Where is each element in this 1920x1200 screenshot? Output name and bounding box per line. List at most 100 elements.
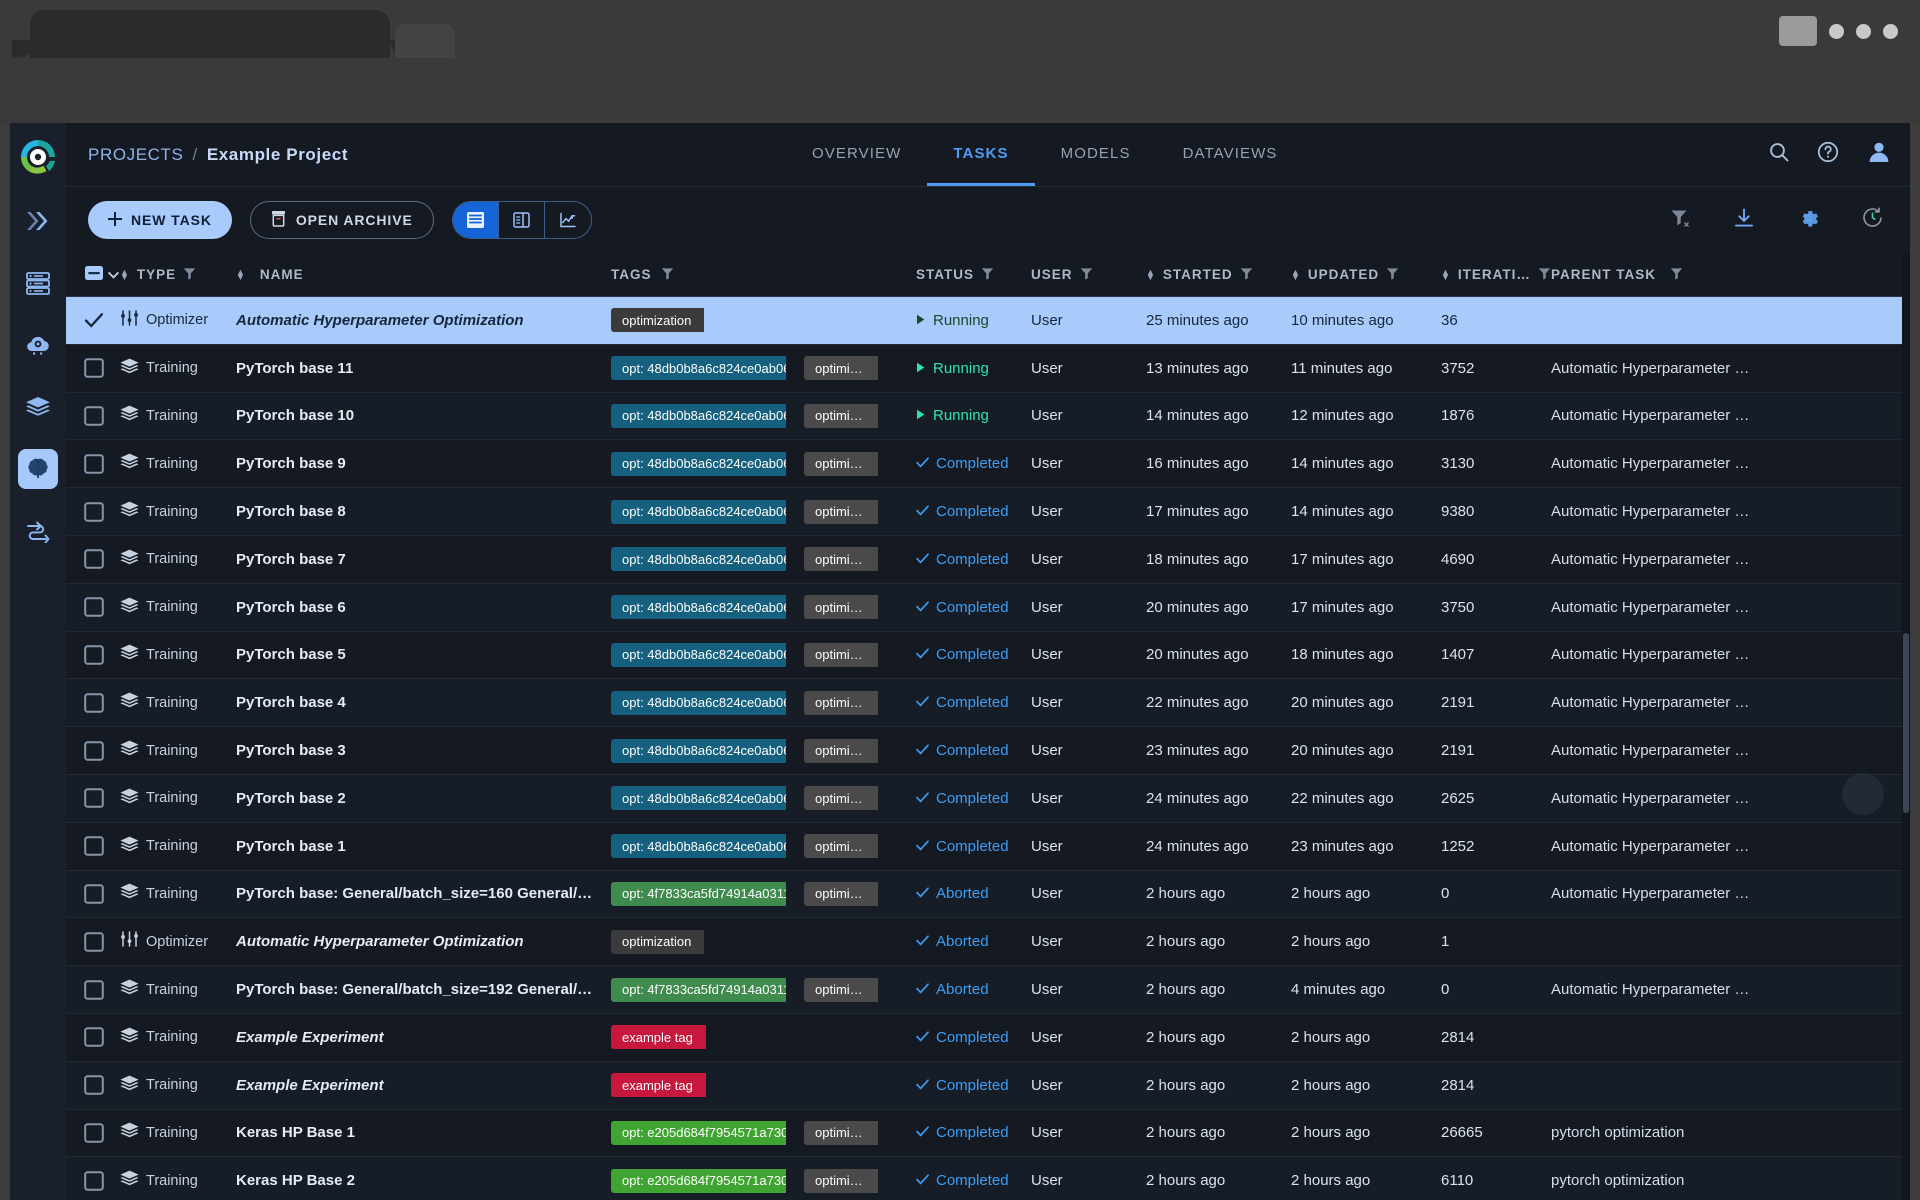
search-icon[interactable] (1768, 141, 1790, 168)
compare-chart-view-icon[interactable] (545, 202, 591, 238)
sidebar-item-cloud-autoscaler[interactable] (18, 325, 58, 365)
cell-name[interactable]: PyTorch base 10 (236, 407, 611, 424)
task-tag[interactable]: optimi… (804, 452, 878, 476)
header-tags[interactable]: TAGS (611, 267, 916, 283)
table-scrollbar[interactable] (1902, 253, 1910, 1200)
task-tag[interactable]: optimi… (804, 595, 878, 619)
table-row[interactable]: TrainingExample Experimentexample tagCom… (66, 1062, 1910, 1110)
open-archive-button[interactable]: OPEN ARCHIVE (250, 201, 434, 239)
cell-name[interactable]: PyTorch base 11 (236, 360, 611, 377)
task-tag[interactable]: opt: 4f7833ca5fd74914a0311… (611, 978, 786, 1002)
sidebar-item-datasets[interactable] (18, 387, 58, 427)
task-tag[interactable]: optimi… (804, 978, 878, 1002)
row-select-checkbox[interactable] (66, 454, 120, 474)
task-tag[interactable]: optimi… (804, 356, 878, 380)
cell-name[interactable]: Keras HP Base 2 (236, 1172, 611, 1189)
cell-name[interactable]: Example Experiment (236, 1029, 611, 1046)
row-select-checkbox[interactable] (66, 1123, 120, 1143)
task-tag[interactable]: optimi… (804, 1121, 878, 1145)
task-tag[interactable]: opt: 48db0b8a6c824ce0ab06… (611, 356, 786, 380)
table-row[interactable]: TrainingPyTorch base 5opt: 48db0b8a6c824… (66, 632, 1910, 680)
row-select-checkbox[interactable] (66, 788, 120, 808)
task-tag[interactable]: opt: 48db0b8a6c824ce0ab06… (611, 834, 786, 858)
window-control-dot-1[interactable] (1829, 24, 1844, 39)
task-tag[interactable]: opt: 48db0b8a6c824ce0ab06… (611, 452, 786, 476)
table-view-icon[interactable] (453, 202, 499, 238)
table-row[interactable]: TrainingPyTorch base 2opt: 48db0b8a6c824… (66, 775, 1910, 823)
filter-icon[interactable] (1670, 267, 1683, 283)
row-select-checkbox[interactable] (66, 884, 120, 904)
sort-icon[interactable]: ▲▼ (1291, 270, 1301, 280)
sidebar-item-pipelines[interactable] (18, 201, 58, 241)
filter-icon[interactable] (1240, 267, 1253, 283)
row-select-checkbox[interactable] (66, 502, 120, 522)
task-tag[interactable]: opt: e205d684f7954571a7309… (611, 1169, 786, 1193)
row-select-checkbox[interactable] (66, 1027, 120, 1047)
row-select-checkbox[interactable] (66, 549, 120, 569)
task-tag[interactable]: opt: 4f7833ca5fd74914a0311… (611, 882, 786, 906)
select-all-checkbox[interactable] (84, 263, 104, 286)
sidebar-item-projects[interactable] (18, 449, 58, 489)
settings-gear-icon[interactable] (1797, 207, 1819, 234)
header-type[interactable]: ▲▼ TYPE (120, 267, 236, 283)
tab-overview[interactable]: OVERVIEW (786, 123, 927, 186)
task-tag[interactable]: optimi… (804, 786, 878, 810)
header-user[interactable]: USER (1031, 267, 1146, 283)
task-tag[interactable]: optimi… (804, 834, 878, 858)
task-tag[interactable]: optimi… (804, 691, 878, 715)
filter-icon[interactable] (1538, 267, 1551, 283)
help-icon[interactable] (1816, 140, 1840, 169)
sort-icon[interactable]: ▲▼ (1146, 270, 1156, 280)
task-tag[interactable]: opt: 48db0b8a6c824ce0ab06d… (611, 643, 786, 667)
row-select-checkbox[interactable] (66, 358, 120, 378)
task-tag[interactable]: opt: 48db0b8a6c824ce0ab06… (611, 691, 786, 715)
row-select-checkbox[interactable] (66, 836, 120, 856)
tab-dataviews[interactable]: DATAVIEWS (1157, 123, 1304, 186)
task-tag[interactable]: optimi… (804, 643, 878, 667)
cell-name[interactable]: PyTorch base 1 (236, 838, 611, 855)
row-select-checkbox[interactable] (66, 980, 120, 1000)
sidebar-item-reports[interactable] (18, 511, 58, 551)
row-select-checkbox[interactable] (66, 1075, 120, 1095)
row-select-checkbox[interactable] (66, 312, 120, 329)
header-iterations[interactable]: ▲▼ ITERATI… (1441, 267, 1551, 283)
table-row[interactable]: TrainingKeras HP Base 1opt: e205d684f795… (66, 1110, 1910, 1158)
row-select-checkbox[interactable] (66, 406, 120, 426)
sort-icon[interactable]: ▲▼ (236, 270, 246, 280)
task-tag[interactable]: optimi… (804, 739, 878, 763)
user-avatar-icon[interactable] (1866, 139, 1892, 170)
tab-tasks[interactable]: TASKS (927, 123, 1034, 186)
filter-icon[interactable] (1386, 267, 1399, 283)
auto-refresh-icon[interactable] (1861, 206, 1884, 234)
task-tag[interactable]: optimization (611, 308, 704, 332)
task-tag[interactable]: optimization (611, 930, 704, 954)
table-row[interactable]: TrainingPyTorch base: General/batch_size… (66, 966, 1910, 1014)
sort-icon[interactable]: ▲▼ (120, 270, 130, 280)
table-row[interactable]: TrainingPyTorch base: General/batch_size… (66, 871, 1910, 919)
table-row[interactable]: TrainingPyTorch base 8opt: 48db0b8a6c824… (66, 488, 1910, 536)
task-tag[interactable]: optimi… (804, 882, 878, 906)
filter-icon[interactable] (1080, 267, 1093, 283)
task-tag[interactable]: opt: 48db0b8a6c824ce0ab06… (611, 547, 786, 571)
task-tag[interactable]: example tag (611, 1073, 706, 1097)
filter-icon[interactable] (661, 267, 674, 283)
browser-new-tab-button[interactable] (395, 24, 455, 58)
cell-name[interactable]: PyTorch base 3 (236, 742, 611, 759)
browser-tab-active[interactable] (30, 10, 390, 58)
clear-filters-icon[interactable] (1669, 207, 1691, 234)
task-tag[interactable]: optimi… (804, 404, 878, 428)
table-row[interactable]: TrainingPyTorch base 11opt: 48db0b8a6c82… (66, 345, 1910, 393)
chevron-down-icon[interactable] (108, 267, 119, 282)
table-row[interactable]: TrainingPyTorch base 9opt: 48db0b8a6c824… (66, 440, 1910, 488)
cell-name[interactable]: PyTorch base 6 (236, 599, 611, 616)
split-view-icon[interactable] (499, 202, 545, 238)
header-name[interactable]: ▲▼ NAME (236, 267, 611, 282)
scrollbar-thumb[interactable] (1903, 633, 1909, 813)
cell-name[interactable]: PyTorch base 8 (236, 503, 611, 520)
task-tag[interactable]: opt: 48db0b8a6c824ce0ab06… (611, 786, 786, 810)
task-tag[interactable]: opt: 48db0b8a6c824ce0ab06… (611, 739, 786, 763)
row-select-checkbox[interactable] (66, 1171, 120, 1191)
header-started[interactable]: ▲▼ STARTED (1146, 267, 1291, 283)
clearml-logo-icon[interactable] (16, 135, 60, 179)
row-select-checkbox[interactable] (66, 693, 120, 713)
